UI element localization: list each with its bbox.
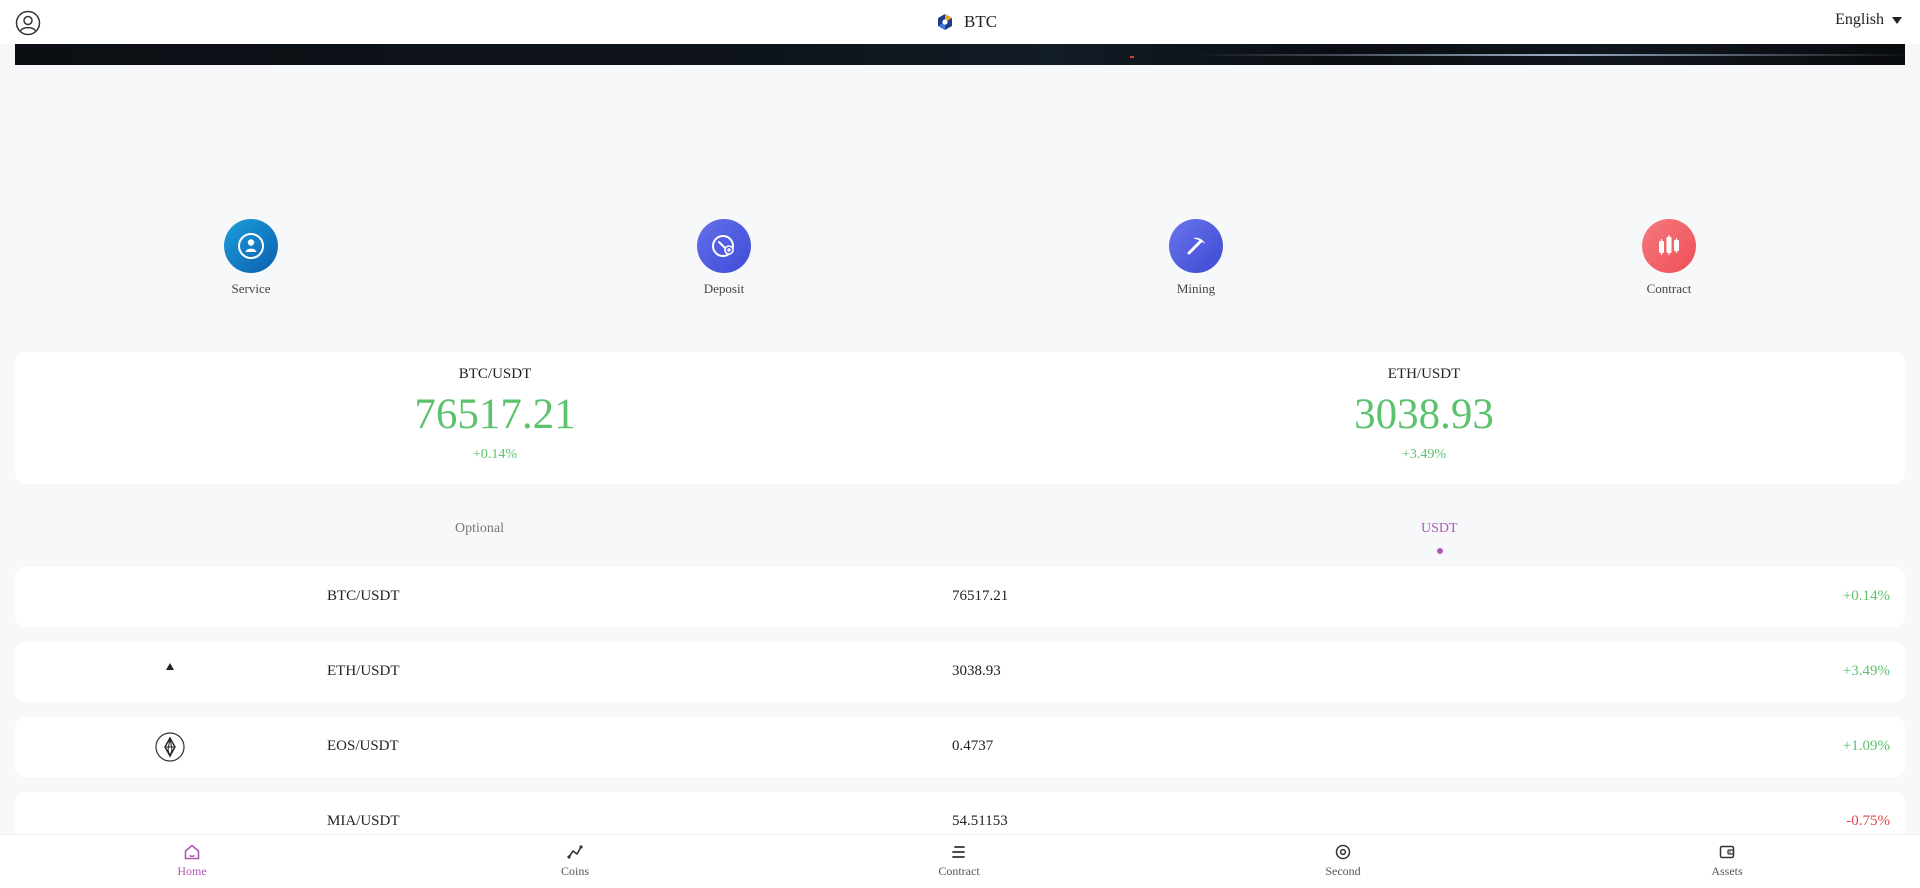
ticker-pair: BTC/USDT — [458, 366, 532, 382]
brand-title: BTC — [964, 12, 998, 31]
nav-label: Assets — [1711, 864, 1743, 878]
second-icon — [1335, 844, 1351, 860]
market-change: +3.49% — [1842, 663, 1890, 679]
quick-action-mining[interactable]: Mining — [1146, 218, 1246, 297]
wallet-icon — [1719, 845, 1735, 859]
nav-label: Second — [1325, 864, 1361, 878]
quick-action-deposit[interactable]: Deposit — [674, 218, 774, 297]
featured-tickers: BTC/USDT 76517.21 +0.14% ETH/USDT 3038.9… — [15, 352, 1905, 484]
banner-light-streak — [1195, 54, 1905, 56]
nav-label: Contract — [938, 864, 980, 878]
active-tab-indicator — [1437, 548, 1443, 554]
coins-icon — [567, 845, 583, 859]
ticker-price: 3038.93 — [1354, 391, 1494, 438]
language-label: English — [1835, 11, 1884, 28]
eth-icon — [155, 652, 185, 682]
market-price: 3038.93 — [952, 663, 1001, 679]
promo-banner[interactable] — [15, 44, 1905, 65]
quick-action-label: Mining — [1176, 281, 1216, 296]
tab-optional[interactable]: Optional — [455, 521, 504, 537]
tab-usdt[interactable]: USDT — [1421, 521, 1458, 537]
market-row[interactable]: EOS/USDT 0.4737 +1.09% — [15, 717, 1905, 777]
market-pair: BTC/USDT — [327, 588, 400, 604]
quick-action-contract[interactable]: Contract — [1619, 218, 1719, 297]
ticker-btc[interactable]: BTC/USDT 76517.21 +0.14% — [345, 366, 645, 463]
ticker-eth[interactable]: ETH/USDT 3038.93 +3.49% — [1274, 366, 1574, 463]
market-change: -0.75% — [1846, 813, 1890, 829]
market-price: 0.4737 — [952, 738, 994, 754]
ticker-pair: ETH/USDT — [1387, 366, 1461, 382]
market-change: +0.14% — [1842, 588, 1890, 604]
home-icon — [184, 844, 200, 860]
market-pair: EOS/USDT — [327, 738, 399, 754]
language-selector[interactable]: English — [1835, 11, 1902, 29]
ticker-change: +0.14% — [472, 447, 518, 463]
market-pair: MIA/USDT — [327, 813, 400, 829]
market-pair: ETH/USDT — [327, 663, 400, 679]
brand: BTC — [936, 10, 997, 34]
nav-second[interactable]: Second — [1293, 843, 1393, 879]
quick-actions: Service Deposit Mining Contract — [0, 218, 1920, 298]
ticker-change: +3.49% — [1401, 447, 1447, 463]
chevron-down-icon — [1892, 16, 1902, 24]
deposit-icon — [697, 219, 751, 273]
top-header: BTC English — [0, 0, 1920, 44]
nav-label: Home — [177, 864, 207, 878]
quick-action-label: Contract — [1646, 281, 1692, 296]
nav-coins[interactable]: Coins — [525, 843, 625, 879]
market-row[interactable]: ETH/USDT 3038.93 +3.49% — [15, 642, 1905, 702]
user-profile-icon[interactable] — [15, 10, 41, 36]
contract-nav-icon — [952, 846, 965, 858]
mining-icon — [1169, 219, 1223, 273]
quick-action-service[interactable]: Service — [201, 218, 301, 297]
contract-icon — [1642, 219, 1696, 273]
market-row[interactable]: BTC/USDT 76517.21 +0.14% — [15, 567, 1905, 627]
nav-home[interactable]: Home — [142, 843, 242, 879]
market-price: 54.51153 — [952, 813, 1008, 829]
market-price: 76517.21 — [952, 588, 1009, 604]
quick-action-label: Service — [231, 281, 271, 296]
nav-assets[interactable]: Assets — [1677, 843, 1777, 879]
nav-contract[interactable]: Contract — [909, 843, 1009, 879]
service-icon — [224, 219, 278, 273]
banner-red-dot — [1130, 56, 1134, 58]
market-tabs: Optional USDT — [0, 516, 1920, 556]
market-change: +1.09% — [1842, 738, 1890, 754]
ticker-price: 76517.21 — [414, 391, 576, 438]
quick-action-label: Deposit — [703, 281, 745, 296]
brand-logo-icon — [938, 14, 952, 30]
eos-icon — [155, 732, 185, 762]
nav-label: Coins — [560, 864, 589, 878]
bottom-navigation: Home Coins Contract Second Assets — [0, 834, 1920, 888]
